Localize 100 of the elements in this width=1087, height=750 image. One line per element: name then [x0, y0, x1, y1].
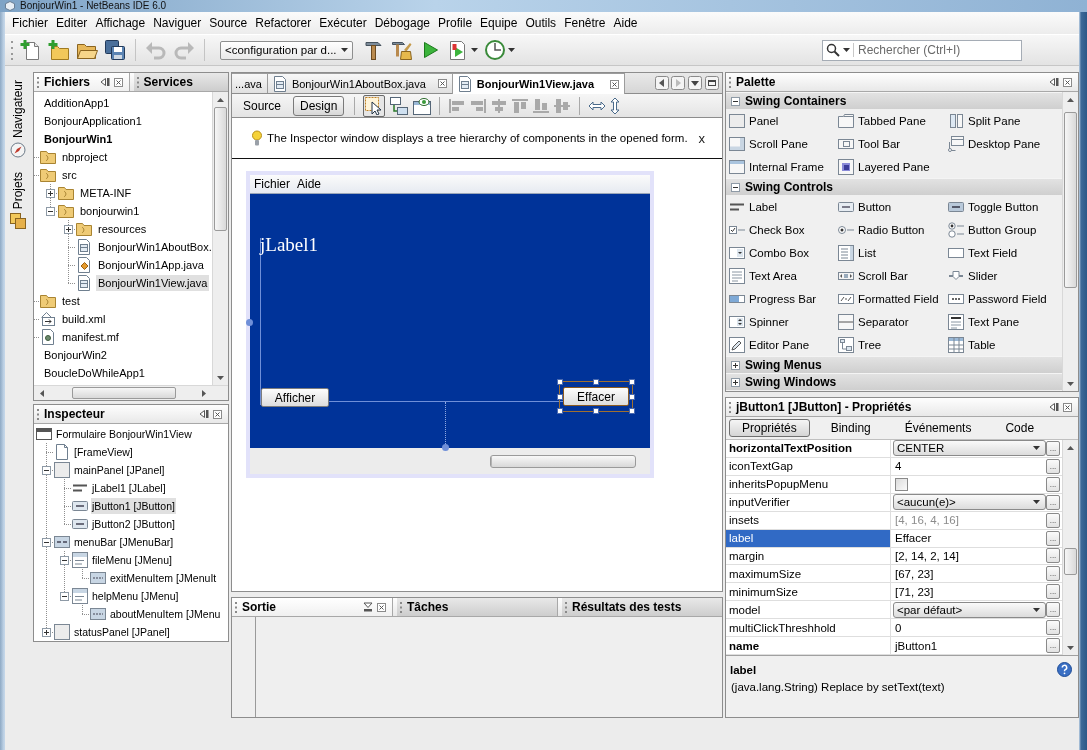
panel-tab[interactable]: Résultats des tests — [562, 598, 722, 616]
horizontal-scrollbar[interactable] — [34, 385, 228, 400]
expand-icon[interactable] — [42, 627, 51, 637]
palette-item[interactable]: Tree — [838, 333, 948, 356]
menu-item[interactable]: Fenêtre — [560, 13, 610, 33]
clock-icon[interactable] — [483, 39, 506, 61]
close-icon[interactable] — [377, 602, 386, 612]
collapse-icon[interactable] — [42, 465, 51, 475]
property-name[interactable]: multiClickThreshhold — [726, 619, 891, 637]
selection-frame[interactable]: Effacer — [559, 381, 633, 412]
property-name[interactable]: horizontalTextPosition — [726, 440, 891, 457]
close-button[interactable]: x — [697, 130, 706, 146]
resize-handle[interactable] — [629, 379, 635, 385]
view-toggle[interactable]: Design — [293, 95, 345, 116]
close-icon[interactable] — [610, 79, 620, 89]
component-item[interactable]: [FrameView] — [73, 444, 134, 460]
resize-handle[interactable] — [557, 408, 563, 414]
caret-icon[interactable] — [843, 48, 850, 52]
form-button[interactable]: Effacer — [563, 387, 629, 406]
ellipsis-button[interactable]: ... — [1046, 530, 1060, 546]
palette-item[interactable]: Internal Frame — [729, 155, 838, 178]
resize-handle[interactable] — [593, 408, 599, 414]
menu-item[interactable]: Exécuter — [315, 13, 371, 33]
side-tab[interactable]: Projets — [10, 172, 26, 230]
editor-tab[interactable]: BonjourWin1AboutBox.java — [266, 73, 453, 93]
scrollbar-thumb[interactable] — [1064, 112, 1077, 288]
component-item[interactable]: jButton1 [JButton] — [91, 498, 176, 514]
folder-item[interactable]: META-INF — [78, 185, 134, 201]
properties-tab[interactable]: Binding — [817, 419, 884, 437]
project-item[interactable]: BoucleDoWhileApp1 — [42, 365, 147, 381]
palette-item[interactable]: Scroll Bar — [838, 264, 948, 287]
save-all-icon[interactable] — [104, 39, 126, 61]
minimize-icon[interactable] — [199, 409, 209, 419]
panel-tab[interactable]: Fichiers — [34, 73, 130, 91]
palette-item[interactable]: Split Pane — [948, 109, 1062, 132]
palette-item[interactable]: Desktop Pane — [948, 132, 1062, 155]
caret-icon[interactable] — [1033, 607, 1040, 612]
ellipsis-button[interactable]: ... — [1046, 566, 1060, 582]
property-name[interactable]: model — [726, 601, 891, 619]
ellipsis-button[interactable]: ... — [1046, 476, 1060, 492]
menu-item[interactable]: Refactorer — [251, 13, 316, 33]
folder-item[interactable]: src — [60, 167, 79, 183]
mode-toggle[interactable] — [388, 94, 411, 117]
collapse-icon[interactable] — [60, 591, 69, 601]
palette-item[interactable]: Table — [948, 333, 1062, 356]
category-header[interactable]: Swing Menus — [726, 356, 1062, 373]
vertical-scrollbar[interactable] — [1062, 92, 1078, 391]
category-header[interactable]: Swing Controls — [726, 178, 1062, 195]
component-item[interactable]: jButton2 [JButton] — [91, 516, 176, 532]
new-file-icon[interactable] — [20, 39, 42, 61]
ellipsis-button[interactable]: ... — [1046, 440, 1060, 456]
category-header[interactable]: Swing Windows — [726, 373, 1062, 390]
resize-handle[interactable] — [593, 379, 599, 385]
expand-icon[interactable] — [731, 360, 740, 370]
minimize-icon[interactable] — [1049, 77, 1059, 87]
properties-tab[interactable]: Code — [992, 419, 1048, 437]
menu-item[interactable]: Naviguer — [149, 13, 206, 33]
scroll-up-icon[interactable] — [1067, 97, 1074, 102]
ellipsis-button[interactable]: ... — [1046, 512, 1060, 528]
maximize-icon[interactable] — [705, 76, 719, 90]
caret-icon[interactable] — [340, 48, 348, 52]
component-item[interactable]: statusPanel [JPanel] — [73, 624, 171, 640]
property-name[interactable]: minimumSize — [726, 583, 891, 601]
palette-item[interactable]: Editor Pane — [729, 333, 838, 356]
resize-vertical-icon[interactable] — [609, 96, 622, 115]
palette-item[interactable]: Toggle Button — [948, 195, 1062, 218]
menu-item[interactable]: Profile — [434, 13, 477, 33]
component-item[interactable]: Formulaire BonjourWin1View — [55, 426, 193, 442]
scrollbar-thumb[interactable] — [1064, 548, 1077, 575]
scrollbar-thumb[interactable] — [214, 107, 227, 231]
property-dropdown[interactable]: <par défaut> — [893, 601, 1046, 618]
file-item[interactable]: manifest.mf — [60, 329, 121, 345]
file-item[interactable]: BonjourWin1AboutBox. — [96, 239, 212, 255]
ellipsis-button[interactable]: ... — [1046, 584, 1060, 600]
category-header[interactable]: Swing Containers — [726, 92, 1062, 109]
editor-tab[interactable]: ...ava — [232, 73, 268, 93]
project-item[interactable]: BonjourWin1 — [42, 131, 115, 147]
close-icon[interactable] — [1063, 77, 1072, 87]
palette-item[interactable]: Button — [838, 195, 948, 218]
palette-item[interactable]: Label — [729, 195, 838, 218]
collapse-icon[interactable] — [731, 96, 740, 106]
menu-item[interactable]: Aide — [609, 13, 642, 33]
ellipsis-button[interactable]: ... — [1046, 620, 1060, 636]
ellipsis-button[interactable]: ... — [1046, 458, 1060, 474]
new-folder-icon[interactable] — [48, 39, 70, 61]
minimize-icon[interactable] — [99, 77, 110, 87]
collapse-icon[interactable] — [731, 182, 740, 192]
close-icon[interactable] — [213, 409, 222, 419]
caret-icon[interactable] — [470, 48, 478, 52]
menu-item[interactable]: Fichier — [8, 13, 52, 33]
ellipsis-button[interactable]: ... — [1046, 638, 1060, 654]
ellipsis-button[interactable]: ... — [1046, 602, 1060, 618]
collapse-icon[interactable] — [42, 537, 51, 547]
palette-item[interactable]: Panel — [729, 109, 838, 132]
properties-tab[interactable]: Événements — [891, 419, 985, 437]
caret-icon[interactable] — [1033, 500, 1040, 505]
resize-handle[interactable] — [557, 379, 563, 385]
minimize-icon[interactable] — [1049, 402, 1059, 412]
preview-icon[interactable] — [413, 96, 432, 115]
palette-item[interactable]: Check Box — [729, 218, 838, 241]
